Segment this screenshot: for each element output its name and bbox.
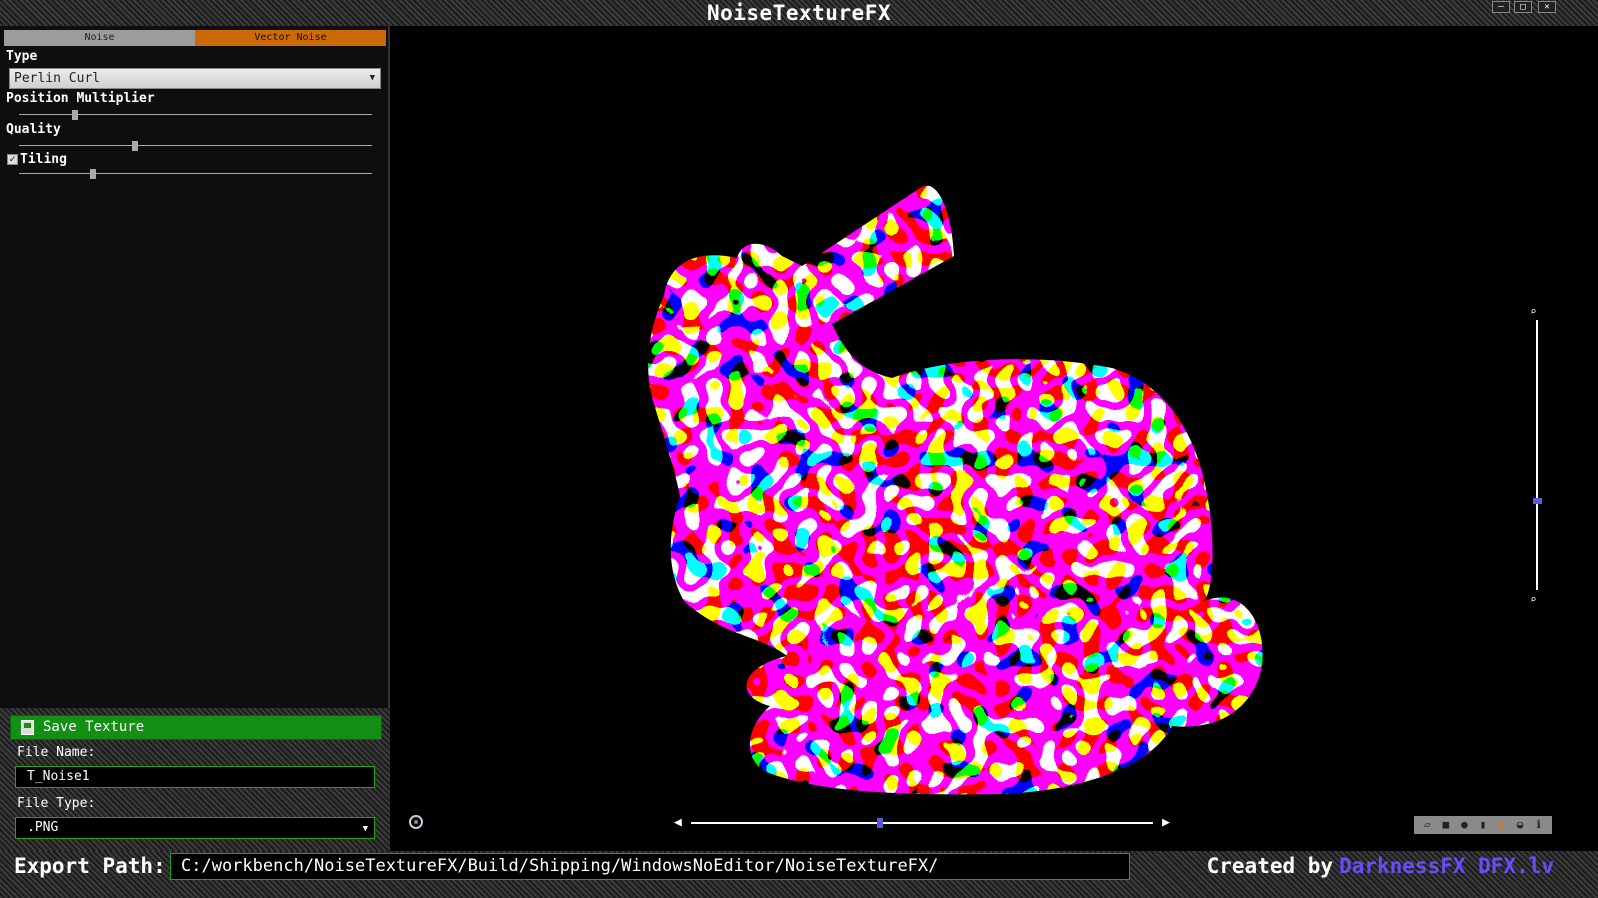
- close-button[interactable]: ✕: [1538, 1, 1556, 13]
- type-label: Type: [6, 49, 38, 64]
- tiling-slider[interactable]: [19, 169, 372, 179]
- slider-thumb[interactable]: [877, 818, 884, 828]
- tab-bar: Noise Vector Noise: [4, 30, 386, 46]
- floppy-disk-icon: [21, 720, 34, 735]
- file-type-dropdown[interactable]: .PNG ▼: [15, 817, 375, 839]
- mesh-selector: ▱ ■ ● ▮ ◆ ◒ ℹ: [1414, 816, 1552, 834]
- info-icon[interactable]: ℹ: [1532, 819, 1546, 831]
- settings-panel: Noise Vector Noise Type Perlin Curl ▼ Po…: [0, 26, 390, 724]
- slider-thumb[interactable]: [72, 110, 79, 120]
- slider-track: [691, 822, 1153, 824]
- brand-link[interactable]: DarknessFX DFX.lv: [1339, 854, 1554, 878]
- zoom-slider[interactable]: ⌕ ⌕: [1530, 306, 1544, 606]
- bunny-preview-mesh: [648, 185, 1263, 795]
- sphere-icon[interactable]: ●: [1457, 819, 1471, 831]
- save-texture-button[interactable]: Save Texture: [10, 715, 382, 740]
- title-bar: NoiseTextureFX – □ ✕: [0, 0, 1598, 26]
- slider-track: [1536, 320, 1538, 590]
- tiling-label: Tiling: [20, 152, 67, 167]
- tiling-checkbox[interactable]: ✓: [7, 154, 18, 165]
- bottom-bar: Export Path: C:/workbench/NoiseTextureFX…: [0, 851, 1598, 898]
- chevron-down-icon: ▼: [362, 824, 368, 834]
- app-title: NoiseTextureFX: [706, 1, 891, 25]
- created-by-label: Created by: [1206, 854, 1334, 878]
- file-type-label: File Type:: [17, 796, 96, 811]
- slider-track: [19, 145, 372, 146]
- save-panel: Save Texture File Name: T_Noise1 File Ty…: [0, 708, 390, 851]
- minimize-button[interactable]: –: [1492, 1, 1510, 13]
- slider-thumb[interactable]: [1533, 497, 1542, 504]
- slider-thumb[interactable]: [132, 141, 139, 151]
- export-path-field[interactable]: C:/workbench/NoiseTextureFX/Build/Shippi…: [170, 853, 1130, 880]
- quality-slider[interactable]: [19, 141, 372, 151]
- arrow-right-icon[interactable]: ▶: [1162, 816, 1170, 830]
- zoom-out-icon[interactable]: ⌕: [1530, 594, 1537, 606]
- quality-label: Quality: [6, 122, 61, 137]
- position-multiplier-slider[interactable]: [19, 110, 372, 120]
- bunny-icon[interactable]: ◆: [1495, 819, 1509, 831]
- preview-viewport[interactable]: ◀ ▶ ⌕ ⌕ ▱ ■ ● ▮ ◆ ◒ ℹ: [392, 26, 1598, 851]
- rotation-slider[interactable]: ◀ ▶: [674, 816, 1170, 830]
- credits: Created by DarknessFX DFX.lv: [1207, 854, 1554, 878]
- tab-vector-noise[interactable]: Vector Noise: [195, 30, 386, 46]
- file-type-value: .PNG: [27, 820, 59, 835]
- type-dropdown-value: Perlin Curl: [14, 71, 101, 86]
- file-name-label: File Name:: [17, 745, 96, 760]
- file-name-field[interactable]: T_Noise1: [15, 766, 375, 788]
- teapot-icon[interactable]: ◒: [1513, 819, 1527, 831]
- save-texture-label: Save Texture: [43, 719, 145, 735]
- plane-icon[interactable]: ▱: [1420, 819, 1434, 831]
- arrow-left-icon[interactable]: ◀: [674, 816, 682, 830]
- slider-track: [19, 173, 372, 174]
- tab-noise[interactable]: Noise: [4, 30, 195, 46]
- chevron-down-icon: ▼: [369, 73, 375, 83]
- slider-thumb[interactable]: [90, 169, 97, 179]
- cube-icon[interactable]: ■: [1439, 819, 1453, 831]
- maximize-button[interactable]: □: [1514, 1, 1532, 13]
- position-multiplier-label: Position Multiplier: [6, 91, 155, 106]
- reset-view-icon[interactable]: [409, 815, 423, 829]
- export-path-label: Export Path:: [14, 854, 166, 878]
- cylinder-icon[interactable]: ▮: [1476, 819, 1490, 831]
- type-dropdown[interactable]: Perlin Curl ▼: [9, 68, 381, 89]
- zoom-in-icon[interactable]: ⌕: [1530, 306, 1537, 318]
